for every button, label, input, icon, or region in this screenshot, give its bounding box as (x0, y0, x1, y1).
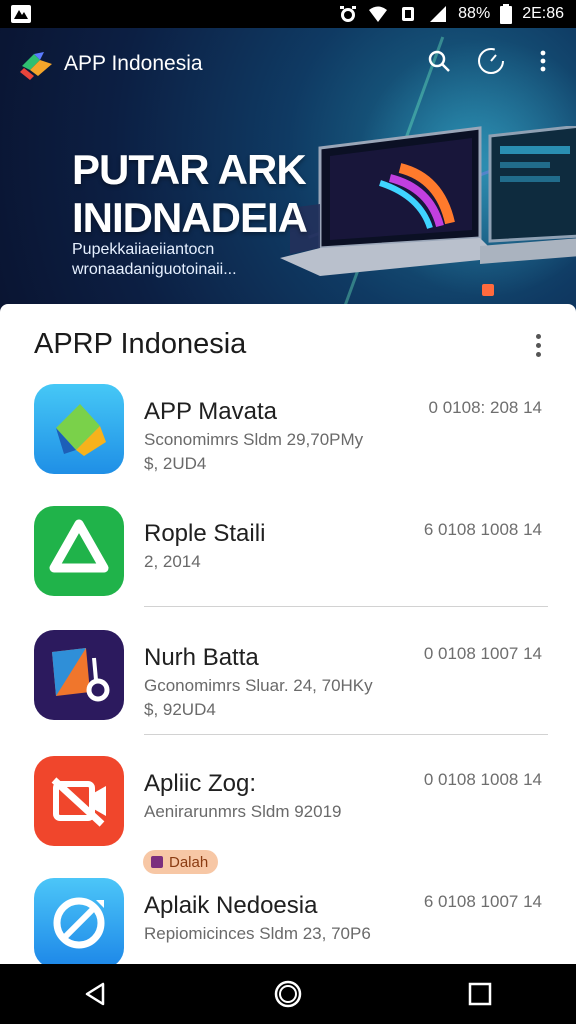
app-meta: $, 92UD4 (144, 700, 216, 719)
vibrate-icon (402, 7, 415, 21)
app-meta: Gconomimrs Sluar. 24, 70HKy (144, 676, 373, 695)
app-date: 0 0108 1007 14 (423, 644, 542, 663)
list-item[interactable]: Aplaik Nedoesia Repiomicinces Sldm 23, 7… (0, 878, 576, 964)
list-item[interactable]: APP Mavata Sconomimrs Sldm 29,70PMy $, 2… (0, 384, 576, 504)
notification-icon (11, 5, 31, 23)
app-icon (34, 878, 124, 964)
wifi-icon (369, 6, 388, 22)
app-date: 0 0108 1008 14 (423, 770, 542, 789)
toolbar-actions (424, 46, 558, 76)
list-item[interactable]: Nurh Batta Gconomimrs Sluar. 24, 70HKy $… (0, 630, 576, 750)
hero-title: PUTAR ARK INIDNADEIA (72, 146, 308, 241)
status-bar: 88% 2E:86 (0, 0, 576, 28)
recents-icon[interactable] (460, 974, 500, 1014)
list-item[interactable]: Rople Staili 2, 2014 6 0108 1008 14 (0, 506, 576, 626)
card-title: APRP Indonesia (34, 328, 247, 360)
battery-percent: 88% (458, 5, 491, 22)
list-item[interactable]: Apliic Zog: Aenirarunmrs Sldm 92019 0 01… (0, 756, 576, 876)
app-meta: 2, 2014 (144, 552, 201, 571)
app-meta: $, 2UD4 (144, 454, 207, 473)
divider (144, 606, 548, 607)
speedometer-icon[interactable] (476, 46, 506, 76)
back-icon[interactable] (76, 974, 116, 1014)
app-list-card: APRP Indonesia APP Mavata Sconomimrs Sld… (0, 304, 576, 964)
badge-icon (151, 856, 163, 868)
app-date: 0 0108: 208 14 (428, 398, 542, 417)
badge-label: Dalah (169, 853, 209, 871)
hero-subtitle: Pupekkaiiaeiiantocn wronaadaniguotoinaii… (72, 241, 237, 278)
app-meta: Repiomicinces Sldm 23, 70P6 (144, 924, 371, 943)
app-meta: Aenirarunmrs Sldm 92019 (144, 802, 342, 821)
search-icon[interactable] (424, 46, 454, 76)
app-meta: Sconomimrs Sldm 29,70PMy (144, 430, 364, 449)
app-name: APP Mavata (144, 398, 277, 425)
more-vert-icon[interactable] (526, 330, 550, 360)
app-name: Aplaik Nedoesia (144, 892, 318, 919)
decor-cube (482, 284, 494, 296)
home-icon[interactable] (268, 974, 308, 1014)
more-vert-icon[interactable] (528, 46, 558, 76)
app-name: Nurh Batta (144, 644, 259, 671)
status-badge[interactable]: Dalah (143, 850, 219, 874)
app-icon (34, 506, 124, 596)
divider (144, 734, 548, 735)
app-date: 6 0108 1008 14 (423, 520, 542, 539)
app-name: Apliic Zog: (144, 770, 257, 797)
app-logo-icon (20, 52, 52, 80)
app-title: APP Indonesia (64, 52, 203, 75)
app-date: 6 0108 1007 14 (423, 892, 542, 911)
alarm-icon (340, 6, 357, 22)
app-icon (34, 630, 124, 720)
battery-icon (500, 4, 513, 24)
laptop-illustration (480, 126, 576, 264)
system-nav-bar (0, 964, 576, 1024)
clock: 2E:86 (522, 5, 564, 22)
app-icon (34, 756, 124, 846)
signal-icon (430, 6, 447, 22)
app-name: Rople Staili (144, 520, 266, 547)
app-icon (34, 384, 124, 474)
